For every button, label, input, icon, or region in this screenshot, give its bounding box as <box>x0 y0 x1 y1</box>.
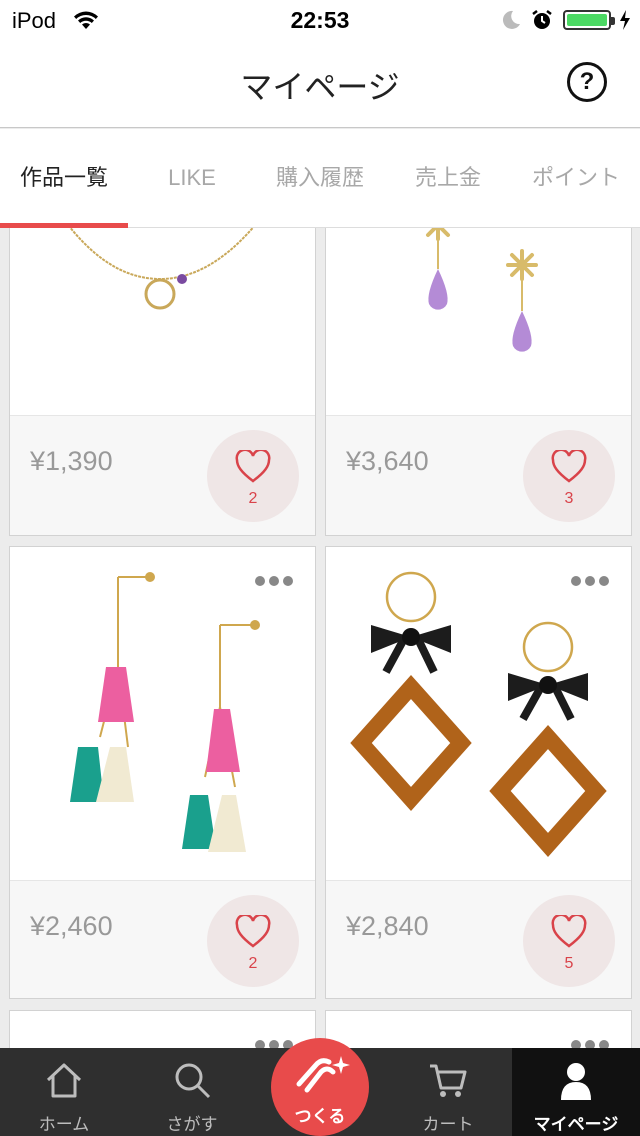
moon-icon <box>502 10 520 29</box>
alarm-icon <box>532 10 552 29</box>
product-card[interactable] <box>325 1010 632 1048</box>
tabbar-home-label: ホーム <box>38 1115 90 1134</box>
tabbar-search-label: さがす <box>166 1115 218 1134</box>
like-button[interactable]: 2 <box>207 895 299 987</box>
product-card[interactable]: ¥1,390 2 <box>9 228 316 536</box>
like-button[interactable]: 2 <box>207 430 299 522</box>
tabbar-cart-label: カート <box>422 1115 474 1134</box>
ribbon-tortoiseshell-earrings-image[interactable] <box>326 547 631 880</box>
snowflake-earrings-image[interactable] <box>326 228 631 415</box>
product-grid: ¥1,390 2 ¥3,640 3 ¥2,460 2 ¥2,840 5 <box>0 228 640 1048</box>
search-icon <box>175 1063 211 1099</box>
product-footer: ¥1,390 2 <box>10 415 315 535</box>
pliers-sparkle-icon <box>296 1056 350 1093</box>
product-footer: ¥2,840 5 <box>326 880 631 998</box>
like-count: 3 <box>564 490 574 507</box>
price-label: ¥1,390 <box>30 446 113 476</box>
battery-icon <box>563 10 615 30</box>
person-icon <box>561 1063 591 1100</box>
like-button[interactable]: 5 <box>523 895 615 987</box>
price-label: ¥3,640 <box>346 446 429 476</box>
tabbar-search[interactable]: さがす <box>128 1048 256 1136</box>
tabbar-mypage-label: マイページ <box>533 1115 619 1134</box>
nav-bar: マイページ ? <box>0 40 640 128</box>
like-count: 5 <box>564 955 574 972</box>
heart-icon <box>551 915 587 948</box>
heart-icon <box>235 915 271 948</box>
price-label: ¥2,840 <box>346 911 429 941</box>
cart-icon <box>430 1064 467 1097</box>
like-count: 2 <box>248 955 258 972</box>
product-footer: ¥3,640 3 <box>326 415 631 535</box>
tabbar-home[interactable]: ホーム <box>0 1048 128 1136</box>
help-button[interactable]: ? <box>567 62 607 102</box>
necklace-ring-image[interactable] <box>10 228 315 415</box>
product-card[interactable] <box>9 1010 316 1048</box>
tabbar-mypage[interactable]: マイページ <box>512 1048 640 1136</box>
tabbar-cart[interactable]: カート <box>384 1048 512 1136</box>
product-card[interactable]: ¥2,460 2 <box>9 546 316 999</box>
make-button[interactable]: つくる <box>271 1038 369 1136</box>
heart-icon <box>235 450 271 483</box>
battery-fill <box>567 14 607 26</box>
like-count: 2 <box>248 490 258 507</box>
tab-works[interactable]: 作品一覧 <box>0 129 128 227</box>
product-footer: ¥2,460 2 <box>10 880 315 998</box>
tab-like[interactable]: LIKE <box>128 129 256 227</box>
tab-sales[interactable]: 売上金 <box>384 129 512 227</box>
make-button-label: つくる <box>294 1107 346 1126</box>
like-button[interactable]: 3 <box>523 430 615 522</box>
more-options-icon[interactable] <box>571 573 615 586</box>
charging-icon <box>620 10 630 30</box>
more-options-icon[interactable] <box>255 573 299 586</box>
price-label: ¥2,460 <box>30 911 113 941</box>
segment-tabs: 作品一覧 LIKE 購入履歴 売上金 ポイント <box>0 129 640 228</box>
page-title: マイページ <box>240 69 400 105</box>
heart-icon <box>551 450 587 483</box>
tassel-earrings-image[interactable] <box>10 547 315 880</box>
home-icon <box>46 1063 82 1098</box>
product-card[interactable]: ¥3,640 3 <box>325 228 632 536</box>
more-options-icon[interactable] <box>571 1037 615 1048</box>
tab-points[interactable]: ポイント <box>512 129 640 227</box>
product-card[interactable]: ¥2,840 5 <box>325 546 632 999</box>
tab-purchase-history[interactable]: 購入履歴 <box>256 129 384 227</box>
status-bar: iPod 22:53 <box>0 0 640 40</box>
